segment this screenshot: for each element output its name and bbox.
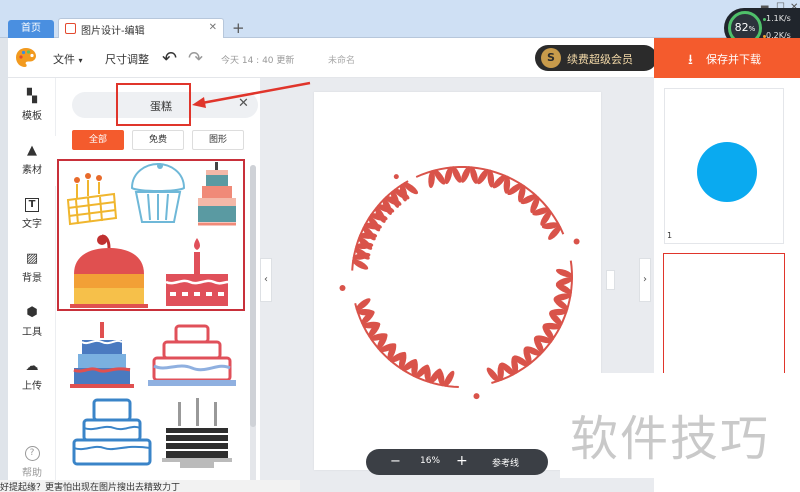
- filter-all[interactable]: 全部: [72, 130, 124, 150]
- file-menu-label: 文件: [53, 53, 75, 66]
- blue-circle-shape: [697, 142, 757, 202]
- background-page-text: 好提起缘？更害怕出现在图片搜出去精致力丁: [0, 480, 300, 492]
- rail-item-tools[interactable]: ⬢ 工具: [8, 298, 56, 348]
- collapse-panel-button[interactable]: ‹: [260, 258, 272, 302]
- rail-item-upload[interactable]: ☁ 上传: [8, 352, 56, 402]
- rail-item-label: 文字: [22, 219, 42, 230]
- zoom-level: 16%: [420, 456, 441, 466]
- outline-cake-item[interactable]: [144, 318, 240, 390]
- file-menu[interactable]: 文件 ▾: [53, 51, 83, 67]
- panel-scrollbar[interactable]: [250, 165, 256, 485]
- rail-item-label: 素材: [22, 165, 42, 176]
- chevron-right-icon: ›: [643, 274, 647, 285]
- watermark-box: 软件技巧: [560, 373, 800, 478]
- annotation-arrow-icon: [192, 81, 311, 108]
- scrollbar-thumb[interactable]: [250, 165, 256, 427]
- document-name[interactable]: 未命名: [328, 53, 355, 66]
- rail-item-text[interactable]: T 文字: [8, 190, 56, 240]
- cpu-value: 82: [734, 21, 749, 34]
- rail-item-background[interactable]: ▨ 背景: [8, 244, 56, 294]
- search-highlight-box: [116, 83, 191, 126]
- save-download-button[interactable]: ⭳ 保存并下载: [654, 38, 800, 78]
- results-highlight-box: [57, 159, 245, 311]
- page-resize-handle[interactable]: [606, 270, 615, 290]
- new-tab-button[interactable]: +: [232, 19, 245, 37]
- last-saved-time: 今天 14 : 40 更新: [221, 56, 295, 66]
- material-icon: ▲: [27, 143, 37, 158]
- rail-item-label: 上传: [22, 381, 42, 392]
- rail-item-label: 背景: [22, 273, 42, 284]
- app-window: 首页 图片设计-编辑 ✕ + ▬ ☐ ✕ 82% 1.1K/s 0.2K/s 文…: [0, 0, 800, 492]
- blue-outline-cake-item[interactable]: [66, 394, 158, 470]
- browser-tab-strip: 首页 图片设计-编辑 ✕ + ▬ ☐ ✕: [0, 0, 800, 38]
- blue-layer-cake-item[interactable]: [66, 318, 138, 390]
- guide-lines-toggle[interactable]: 参考线: [492, 456, 519, 469]
- rail-item-template[interactable]: ▚ 模板: [8, 82, 56, 132]
- renew-vip-button[interactable]: S 续费超级会员: [535, 45, 657, 71]
- filter-free[interactable]: 免费: [132, 130, 184, 150]
- redo-icon[interactable]: ↷: [188, 48, 203, 69]
- tools-icon: ⬢: [26, 305, 38, 320]
- close-tab-icon[interactable]: ✕: [209, 22, 217, 33]
- editor-tab-title: 图片设计-编辑: [81, 26, 145, 37]
- page-thumbnail[interactable]: [664, 88, 784, 244]
- filter-shape[interactable]: 图形: [192, 130, 244, 150]
- template-icon: ▚: [27, 89, 37, 104]
- chevron-down-icon: ▾: [78, 56, 83, 65]
- laurel-wreath-graphic[interactable]: [314, 92, 601, 470]
- rail-item-label: 模板: [22, 111, 42, 122]
- save-download-label: 保存并下载: [706, 53, 761, 66]
- zoom-out-button[interactable]: −: [390, 454, 401, 469]
- rail-item-label: 工具: [22, 327, 42, 338]
- upload-speed: 1.1K/s: [766, 14, 791, 23]
- design-canvas[interactable]: [314, 92, 601, 470]
- renew-vip-label: 续费超级会员: [567, 53, 633, 66]
- watermark-text: 软件技巧: [570, 411, 771, 467]
- chevron-left-icon: ‹: [264, 274, 268, 285]
- chocolate-cake-item[interactable]: [160, 394, 234, 470]
- image-icon: [65, 23, 76, 34]
- home-tab[interactable]: 首页: [8, 20, 54, 38]
- undo-icon[interactable]: ↶: [162, 48, 177, 69]
- help-icon: ?: [24, 446, 40, 461]
- upload-icon: ☁: [25, 359, 39, 374]
- page-number: 1: [667, 231, 673, 240]
- palette-logo-icon: [16, 48, 36, 67]
- collapse-pages-button[interactable]: ›: [639, 258, 651, 302]
- vip-badge-icon: S: [541, 48, 561, 68]
- text-icon: T: [25, 198, 39, 212]
- zoom-bar: − 16% + 参考线: [366, 449, 548, 475]
- background-icon: ▨: [25, 251, 39, 266]
- cpu-unit: %: [748, 25, 756, 33]
- download-icon: ⭳: [688, 52, 693, 68]
- resize-menu[interactable]: 尺寸调整: [105, 51, 149, 67]
- zoom-in-button[interactable]: +: [456, 453, 468, 469]
- left-rail: ▚ 模板 ▲ 素材 T 文字 ▨ 背景 ⬢ 工具 ☁ 上传 ? 帮助: [8, 78, 56, 492]
- window-edge: [0, 38, 8, 480]
- rail-item-material[interactable]: ▲ 素材: [8, 136, 56, 186]
- editor-tab[interactable]: 图片设计-编辑 ✕: [58, 18, 224, 38]
- rail-item-label: 帮助: [22, 468, 42, 479]
